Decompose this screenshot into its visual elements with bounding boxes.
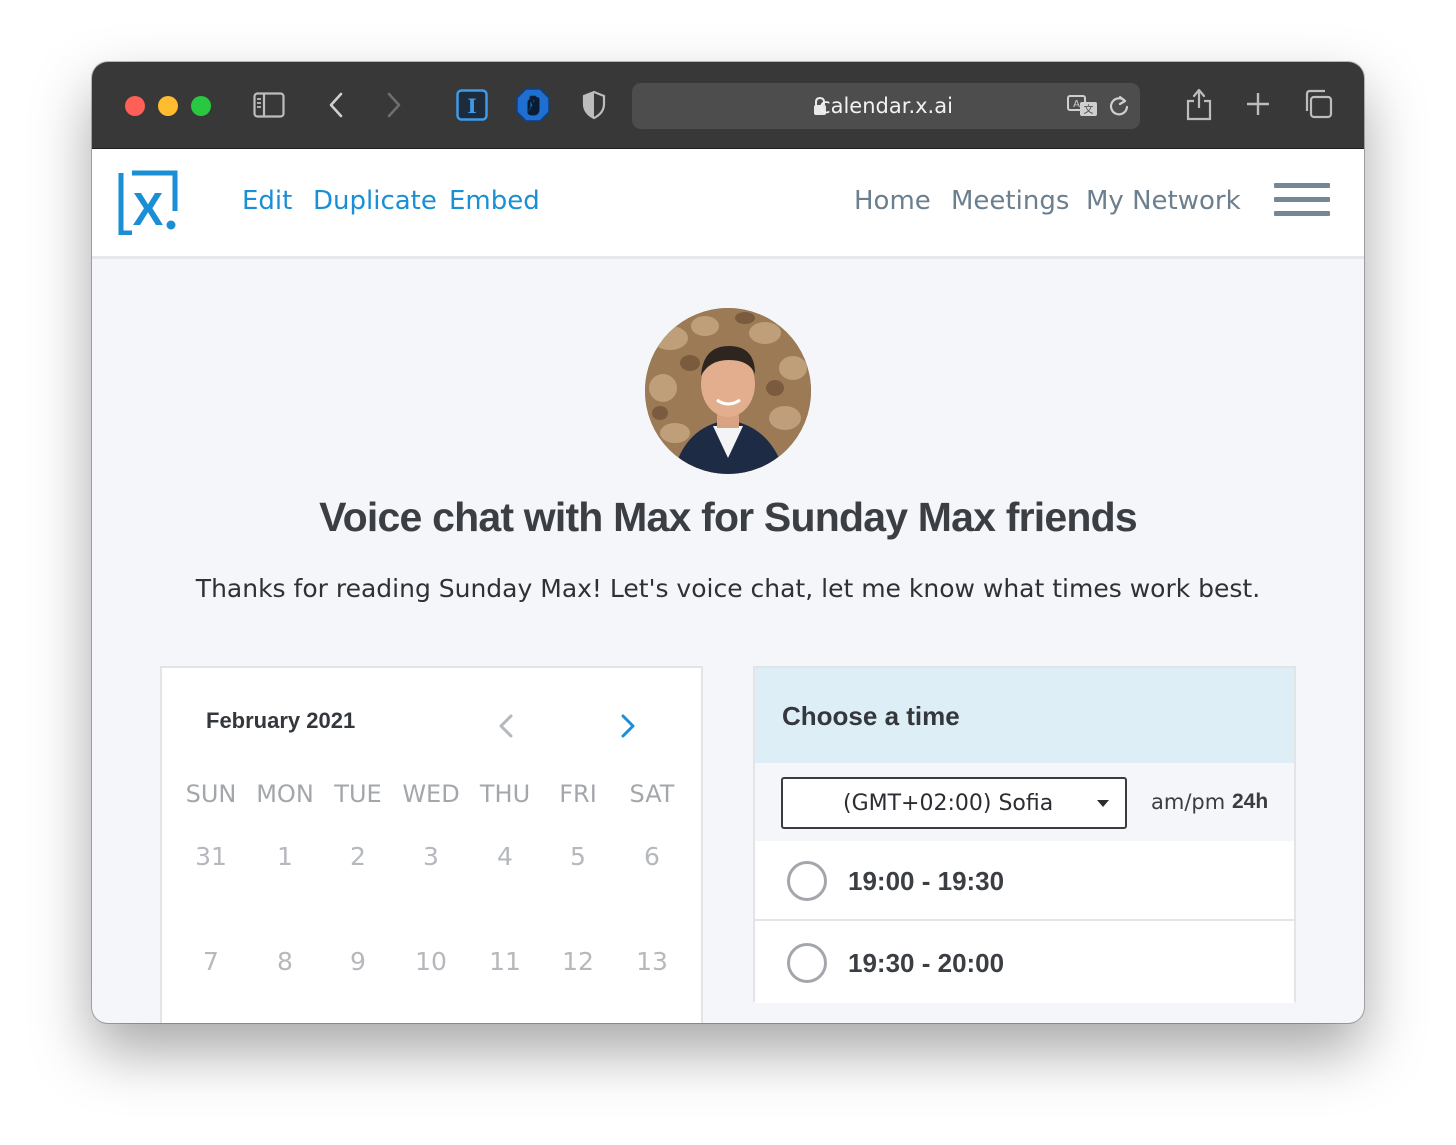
x-ai-logo[interactable]: X bbox=[118, 169, 178, 236]
svg-text:I: I bbox=[467, 94, 476, 118]
calendar-day: 7 bbox=[203, 947, 219, 976]
calendar-day: 9 bbox=[350, 947, 366, 976]
weekday-sat: SAT bbox=[629, 780, 675, 808]
calendar-day: 11 bbox=[489, 947, 521, 976]
calendar-day: 12 bbox=[562, 947, 594, 976]
adblock-hand-icon[interactable] bbox=[515, 87, 551, 123]
calendar-day: 4 bbox=[497, 842, 513, 871]
edit-link[interactable]: Edit bbox=[242, 186, 292, 216]
address-bar[interactable]: calendar.x.ai A文 bbox=[632, 83, 1140, 129]
embed-link[interactable]: Embed bbox=[449, 186, 540, 216]
chevron-down-icon bbox=[1097, 800, 1109, 807]
weekday-fri: FRI bbox=[559, 780, 597, 808]
browser-toolbar: I calendar.x.ai A文 bbox=[92, 62, 1364, 149]
calendar-day: 1 bbox=[277, 842, 293, 871]
reload-icon[interactable] bbox=[1108, 95, 1130, 117]
meetings-link[interactable]: Meetings bbox=[951, 186, 1069, 216]
duplicate-link[interactable]: Duplicate bbox=[313, 186, 437, 216]
time-panel-title: Choose a time bbox=[782, 701, 960, 731]
host-avatar bbox=[645, 308, 811, 474]
menu-icon[interactable] bbox=[1274, 183, 1330, 223]
time-panel-header: Choose a time bbox=[755, 668, 1294, 763]
translate-icon[interactable]: A文 bbox=[1066, 93, 1100, 119]
time-slot-label: 19:30 - 20:00 bbox=[848, 948, 1005, 978]
sidebar-icon[interactable] bbox=[252, 90, 286, 120]
browser-window: I calendar.x.ai A文 X Edit Duplicate Embe… bbox=[92, 62, 1364, 1023]
previous-month-icon[interactable] bbox=[498, 714, 514, 743]
timezone-select[interactable]: (GMT+02:00) Sofia bbox=[781, 777, 1127, 829]
ampm-toggle[interactable]: am/pm bbox=[1151, 790, 1225, 814]
close-window-button[interactable] bbox=[125, 96, 145, 116]
radio-button[interactable] bbox=[787, 943, 827, 983]
calendar-day: 6 bbox=[644, 842, 660, 871]
radio-button[interactable] bbox=[787, 861, 827, 901]
svg-text:文: 文 bbox=[1084, 103, 1094, 116]
new-tab-icon[interactable] bbox=[1244, 90, 1272, 118]
svg-text:A: A bbox=[1073, 99, 1080, 110]
site-navbar: X Edit Duplicate Embed Home Meetings My … bbox=[92, 149, 1364, 259]
calendar-day: 8 bbox=[277, 947, 293, 976]
time-slot-panel: Choose a time (GMT+02:00) Sofia am/pm 24… bbox=[753, 666, 1296, 1003]
page-title: Voice chat with Max for Sunday Max frien… bbox=[319, 494, 1138, 540]
weekday-thu: THU bbox=[479, 780, 531, 808]
calendar-day: 10 bbox=[415, 947, 447, 976]
calendar-day: 31 bbox=[195, 842, 227, 871]
minimize-window-button[interactable] bbox=[158, 96, 178, 116]
forward-icon[interactable] bbox=[382, 90, 406, 120]
date-picker-calendar: February 2021 SUN MON TUE WED THU FRI SA… bbox=[160, 666, 703, 1023]
home-link[interactable]: Home bbox=[854, 186, 931, 216]
calendar-day: 5 bbox=[570, 842, 586, 871]
next-month-icon[interactable] bbox=[620, 714, 636, 743]
24h-toggle[interactable]: 24h bbox=[1232, 790, 1268, 814]
calendar-day: 13 bbox=[636, 947, 668, 976]
svg-text:X: X bbox=[133, 183, 164, 235]
timezone-value: (GMT+02:00) Sofia bbox=[843, 791, 1054, 816]
weekday-mon: MON bbox=[256, 780, 314, 808]
share-icon[interactable] bbox=[1184, 86, 1214, 122]
back-icon[interactable] bbox=[324, 90, 348, 120]
calendar-day: 2 bbox=[350, 842, 366, 871]
my-network-link[interactable]: My Network bbox=[1086, 186, 1241, 216]
weekday-sun: SUN bbox=[185, 780, 237, 808]
time-slot-label: 19:00 - 19:30 bbox=[848, 866, 1005, 896]
zoom-window-button[interactable] bbox=[191, 96, 211, 116]
weekday-tue: TUE bbox=[334, 780, 382, 808]
weekday-wed: WED bbox=[402, 780, 460, 808]
page-subtitle: Thanks for reading Sunday Max! Let's voi… bbox=[195, 574, 1261, 603]
time-slot-option[interactable]: 19:00 - 19:30 bbox=[755, 841, 1294, 921]
tab-overview-icon[interactable] bbox=[1302, 88, 1334, 120]
calendar-day: 3 bbox=[423, 842, 439, 871]
calendar-month-label: February 2021 bbox=[206, 708, 356, 733]
url-text: calendar.x.ai bbox=[819, 94, 953, 118]
text-cursor-extension-icon[interactable]: I bbox=[455, 88, 489, 122]
timezone-row: (GMT+02:00) Sofia am/pm 24h bbox=[755, 763, 1294, 841]
shield-icon[interactable] bbox=[580, 89, 608, 121]
time-slot-option[interactable]: 19:30 - 20:00 bbox=[755, 923, 1294, 1003]
